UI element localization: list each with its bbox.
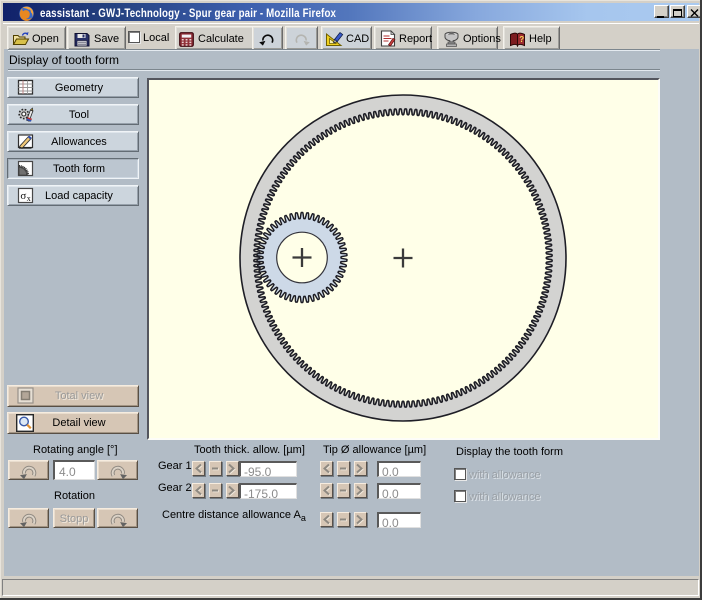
svg-text:?: ? (519, 35, 524, 44)
